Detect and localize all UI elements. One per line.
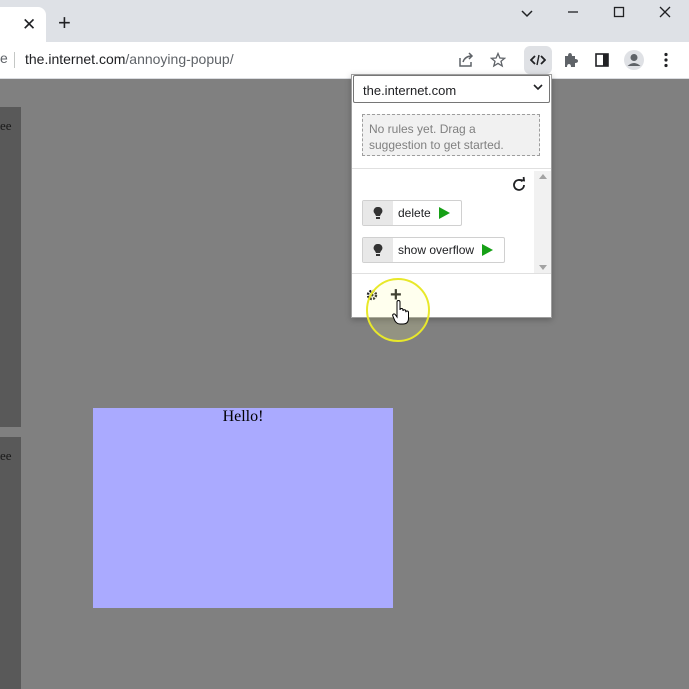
suggestion-label: delete [398, 206, 431, 220]
side-panel-icon [595, 53, 609, 67]
url-host: the.internet.com [25, 51, 126, 67]
maximize-button[interactable] [596, 3, 642, 25]
suggestions-scrollbar[interactable] [534, 171, 551, 273]
scroll-up-arrow[interactable] [539, 174, 547, 179]
site-select[interactable]: the.internet.com [353, 75, 550, 103]
chevron-down-icon [533, 84, 543, 91]
left-panel-top: ee [0, 107, 21, 427]
lightbulb-icon [363, 201, 393, 225]
code-icon [530, 54, 546, 66]
address-bar[interactable]: the.internet.com/annoying-popup/ [25, 51, 234, 67]
play-icon[interactable] [438, 207, 450, 219]
new-tab-button[interactable]: + [58, 12, 71, 34]
omnibox-prefix: e [0, 50, 8, 66]
bookmark-button[interactable] [486, 48, 510, 72]
star-icon [490, 52, 506, 68]
popup-box: Hello! [93, 408, 393, 608]
extension-code-button[interactable] [524, 46, 552, 74]
share-icon [459, 52, 474, 67]
left-panel-bottom: ee [0, 437, 21, 689]
profile-icon [624, 50, 644, 70]
lightbulb-icon [363, 238, 393, 262]
browser-tab[interactable]: ✕ [0, 7, 46, 42]
rules-dropzone[interactable]: No rules yet. Drag a suggestion to get s… [362, 114, 540, 156]
scroll-down-arrow[interactable] [539, 265, 547, 270]
kebab-menu-icon [664, 52, 668, 68]
puzzle-icon [565, 53, 578, 67]
suggestion-show-overflow[interactable]: show overflow [362, 237, 506, 263]
side-panel-button[interactable] [590, 48, 614, 72]
minimize-button[interactable] [550, 3, 596, 25]
suggestion-delete[interactable]: delete [362, 200, 462, 226]
maximize-icon [613, 6, 625, 18]
chevron-down-icon [521, 10, 533, 18]
refresh-icon[interactable] [510, 176, 528, 194]
suggestion-label: show overflow [398, 243, 475, 257]
divider [352, 273, 551, 274]
tab-close-icon[interactable]: ✕ [22, 16, 36, 33]
share-button[interactable] [454, 48, 478, 72]
browser-toolbar: e the.internet.com/annoying-popup/ [0, 42, 689, 79]
play-icon[interactable] [482, 244, 494, 256]
close-icon [659, 6, 671, 18]
tab-search-button[interactable] [504, 3, 550, 25]
panel-text: ee [0, 448, 12, 463]
close-window-button[interactable] [642, 3, 688, 25]
profile-button[interactable] [622, 48, 646, 72]
url-path: /annoying-popup/ [125, 51, 234, 67]
hello-text: Hello! [222, 408, 264, 425]
site-select-value: the.internet.com [363, 83, 457, 98]
omnibox-separator [14, 52, 15, 68]
browser-menu-button[interactable] [654, 48, 678, 72]
extensions-button[interactable] [558, 48, 582, 72]
tab-strip: ✕ + [0, 0, 689, 42]
panel-text: ee [0, 118, 12, 133]
divider [352, 168, 551, 169]
hand-cursor-icon [392, 300, 409, 325]
minimize-icon [568, 11, 578, 13]
